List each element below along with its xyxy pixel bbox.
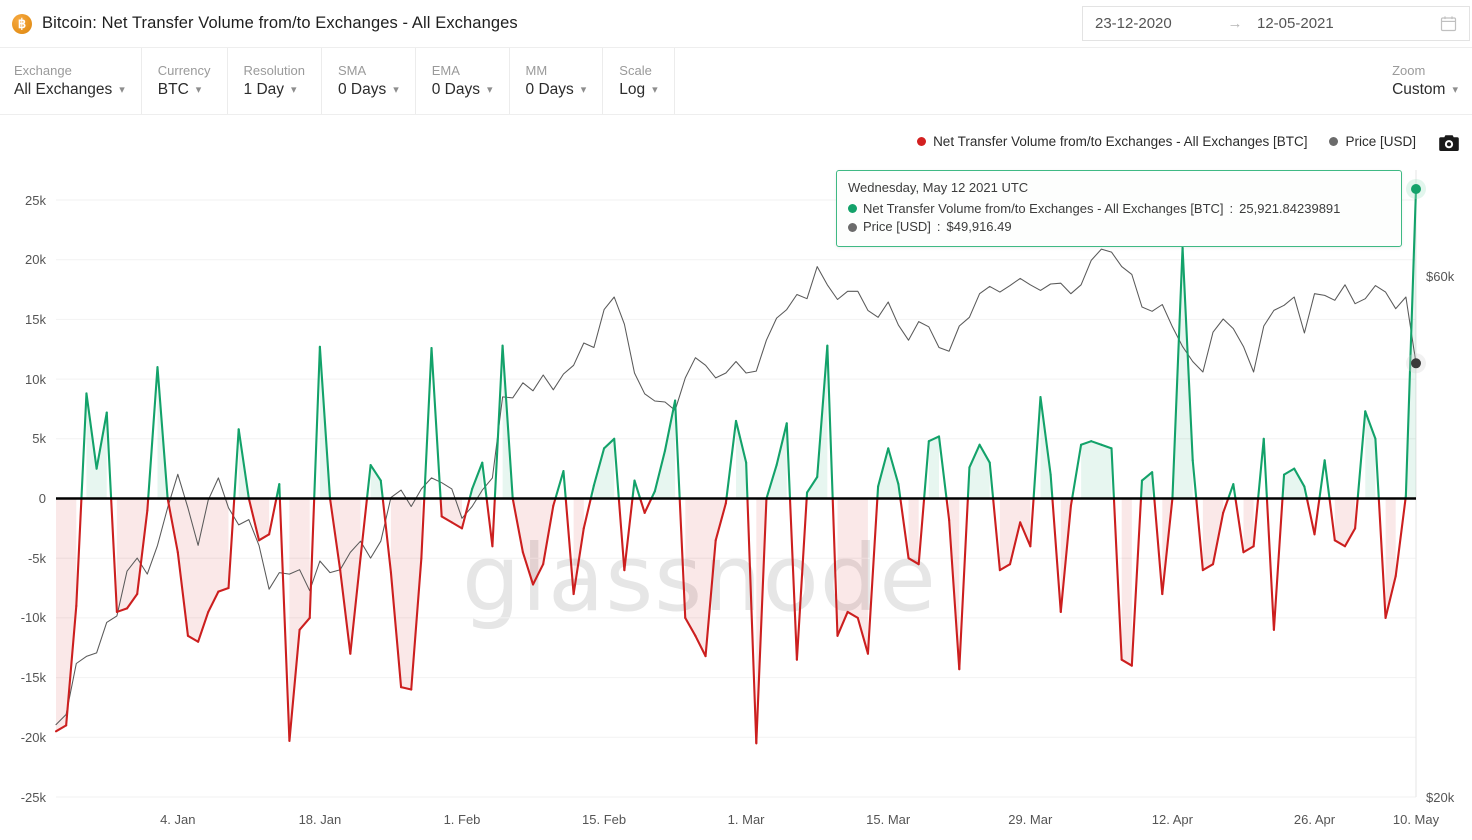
control-exchange-label: Exchange	[14, 64, 125, 77]
date-arrow-icon: →	[1213, 15, 1257, 32]
tooltip-color-dot-icon	[848, 204, 857, 213]
control-scale-label: Scale	[619, 64, 657, 77]
y-axis-left-tick: 0	[0, 492, 46, 505]
toolbar-spacer	[675, 48, 1376, 114]
control-mm[interactable]: MM 0 Days ▾	[510, 48, 604, 114]
control-ema-label: EMA	[432, 64, 493, 77]
control-mm-label: MM	[526, 64, 587, 77]
control-currency-text: BTC	[158, 82, 189, 98]
control-sma-label: SMA	[338, 64, 399, 77]
control-scale-value[interactable]: Log ▾	[619, 82, 657, 98]
control-resolution-text: 1 Day	[244, 82, 285, 98]
control-ema[interactable]: EMA 0 Days ▾	[416, 48, 510, 114]
tooltip-colon-1: :	[937, 218, 941, 237]
tooltip-colon-0: :	[1230, 200, 1234, 219]
chevron-down-icon: ▾	[393, 85, 399, 96]
control-resolution-label: Resolution	[244, 64, 305, 77]
control-exchange-text: All Exchanges	[14, 82, 112, 98]
date-to-input[interactable]: 12-05-2021	[1257, 15, 1375, 32]
control-zoom-text: Custom	[1392, 82, 1445, 98]
y-axis-left-tick: -20k	[0, 731, 46, 744]
title-wrap: ฿ Bitcoin: Net Transfer Volume from/to E…	[0, 14, 518, 34]
tooltip-color-dot-icon	[848, 223, 857, 232]
control-sma-text: 0 Days	[338, 82, 386, 98]
bitcoin-icon: ฿	[12, 14, 32, 34]
tooltip-date: Wednesday, May 12 2021 UTC	[848, 179, 1390, 197]
control-currency-value[interactable]: BTC ▾	[158, 82, 211, 98]
y-axis-left-tick: 25k	[0, 194, 46, 207]
control-zoom-label: Zoom	[1392, 64, 1458, 77]
control-scale[interactable]: Scale Log ▾	[603, 48, 674, 114]
control-currency[interactable]: Currency BTC ▾	[142, 48, 228, 114]
control-mm-text: 0 Days	[526, 82, 574, 98]
control-resolution[interactable]: Resolution 1 Day ▾	[228, 48, 322, 114]
date-range-picker[interactable]: 23-12-2020 → 12-05-2021	[1082, 6, 1470, 41]
tooltip-row-label-price: Price [USD]	[863, 218, 931, 237]
control-ema-value[interactable]: 0 Days ▾	[432, 82, 493, 98]
chevron-down-icon: ▾	[196, 85, 202, 96]
x-axis-tick: 10. May	[1371, 813, 1461, 826]
control-zoom[interactable]: Zoom Custom ▾	[1376, 48, 1472, 114]
chevron-down-icon: ▾	[291, 85, 297, 96]
control-exchange-value[interactable]: All Exchanges ▾	[14, 82, 125, 98]
y-axis-left-tick: -10k	[0, 611, 46, 624]
x-axis-tick: 1. Mar	[701, 813, 791, 826]
y-axis-left-tick: 10k	[0, 373, 46, 386]
x-axis-tick: 15. Feb	[559, 813, 649, 826]
x-axis-tick: 26. Apr	[1270, 813, 1360, 826]
control-ema-text: 0 Days	[432, 82, 480, 98]
x-axis-tick: 4. Jan	[133, 813, 223, 826]
control-exchange[interactable]: Exchange All Exchanges ▾	[0, 48, 142, 114]
x-axis-tick: 29. Mar	[985, 813, 1075, 826]
y-axis-left-tick: -25k	[0, 791, 46, 804]
chevron-down-icon: ▾	[487, 85, 493, 96]
chevron-down-icon: ▾	[1452, 85, 1458, 96]
control-mm-value[interactable]: 0 Days ▾	[526, 82, 587, 98]
y-axis-right-tick: $20k	[1426, 791, 1454, 804]
tooltip-row-value-net-transfer-volume: 25,921.84239891	[1239, 200, 1340, 219]
tooltip-row-value-price: $49,916.49	[947, 218, 1012, 237]
control-sma[interactable]: SMA 0 Days ▾	[322, 48, 416, 114]
y-axis-left-tick: 5k	[0, 432, 46, 445]
y-axis-left-tick: -15k	[0, 671, 46, 684]
y-axis-left-tick: 20k	[0, 253, 46, 266]
chevron-down-icon: ▾	[652, 85, 658, 96]
chevron-down-icon: ▾	[581, 85, 587, 96]
tooltip-row-price: Price [USD]: $49,916.49	[848, 218, 1390, 237]
control-zoom-value[interactable]: Custom ▾	[1392, 82, 1458, 98]
x-axis-tick: 18. Jan	[275, 813, 365, 826]
chart-tooltip: Wednesday, May 12 2021 UTC Net Transfer …	[836, 170, 1402, 247]
app-header: ฿ Bitcoin: Net Transfer Volume from/to E…	[0, 0, 1472, 48]
y-axis-left-tick: -5k	[0, 552, 46, 565]
y-axis-left-tick: 15k	[0, 313, 46, 326]
tooltip-row-net-transfer-volume: Net Transfer Volume from/to Exchanges - …	[848, 200, 1390, 219]
y-axis-right-tick: $60k	[1426, 270, 1454, 283]
x-axis-tick: 12. Apr	[1127, 813, 1217, 826]
date-from-input[interactable]: 23-12-2020	[1095, 15, 1213, 32]
control-sma-value[interactable]: 0 Days ▾	[338, 82, 399, 98]
control-scale-text: Log	[619, 82, 645, 98]
control-currency-label: Currency	[158, 64, 211, 77]
calendar-icon[interactable]	[1440, 15, 1457, 32]
x-axis-tick: 15. Mar	[843, 813, 933, 826]
tooltip-row-label-net-transfer-volume: Net Transfer Volume from/to Exchanges - …	[863, 200, 1224, 219]
control-resolution-value[interactable]: 1 Day ▾	[244, 82, 305, 98]
page-title: Bitcoin: Net Transfer Volume from/to Exc…	[42, 14, 518, 33]
chart-toolbar: Exchange All Exchanges ▾ Currency BTC ▾ …	[0, 48, 1472, 115]
chevron-down-icon: ▾	[119, 85, 125, 96]
x-axis-tick: 1. Feb	[417, 813, 507, 826]
